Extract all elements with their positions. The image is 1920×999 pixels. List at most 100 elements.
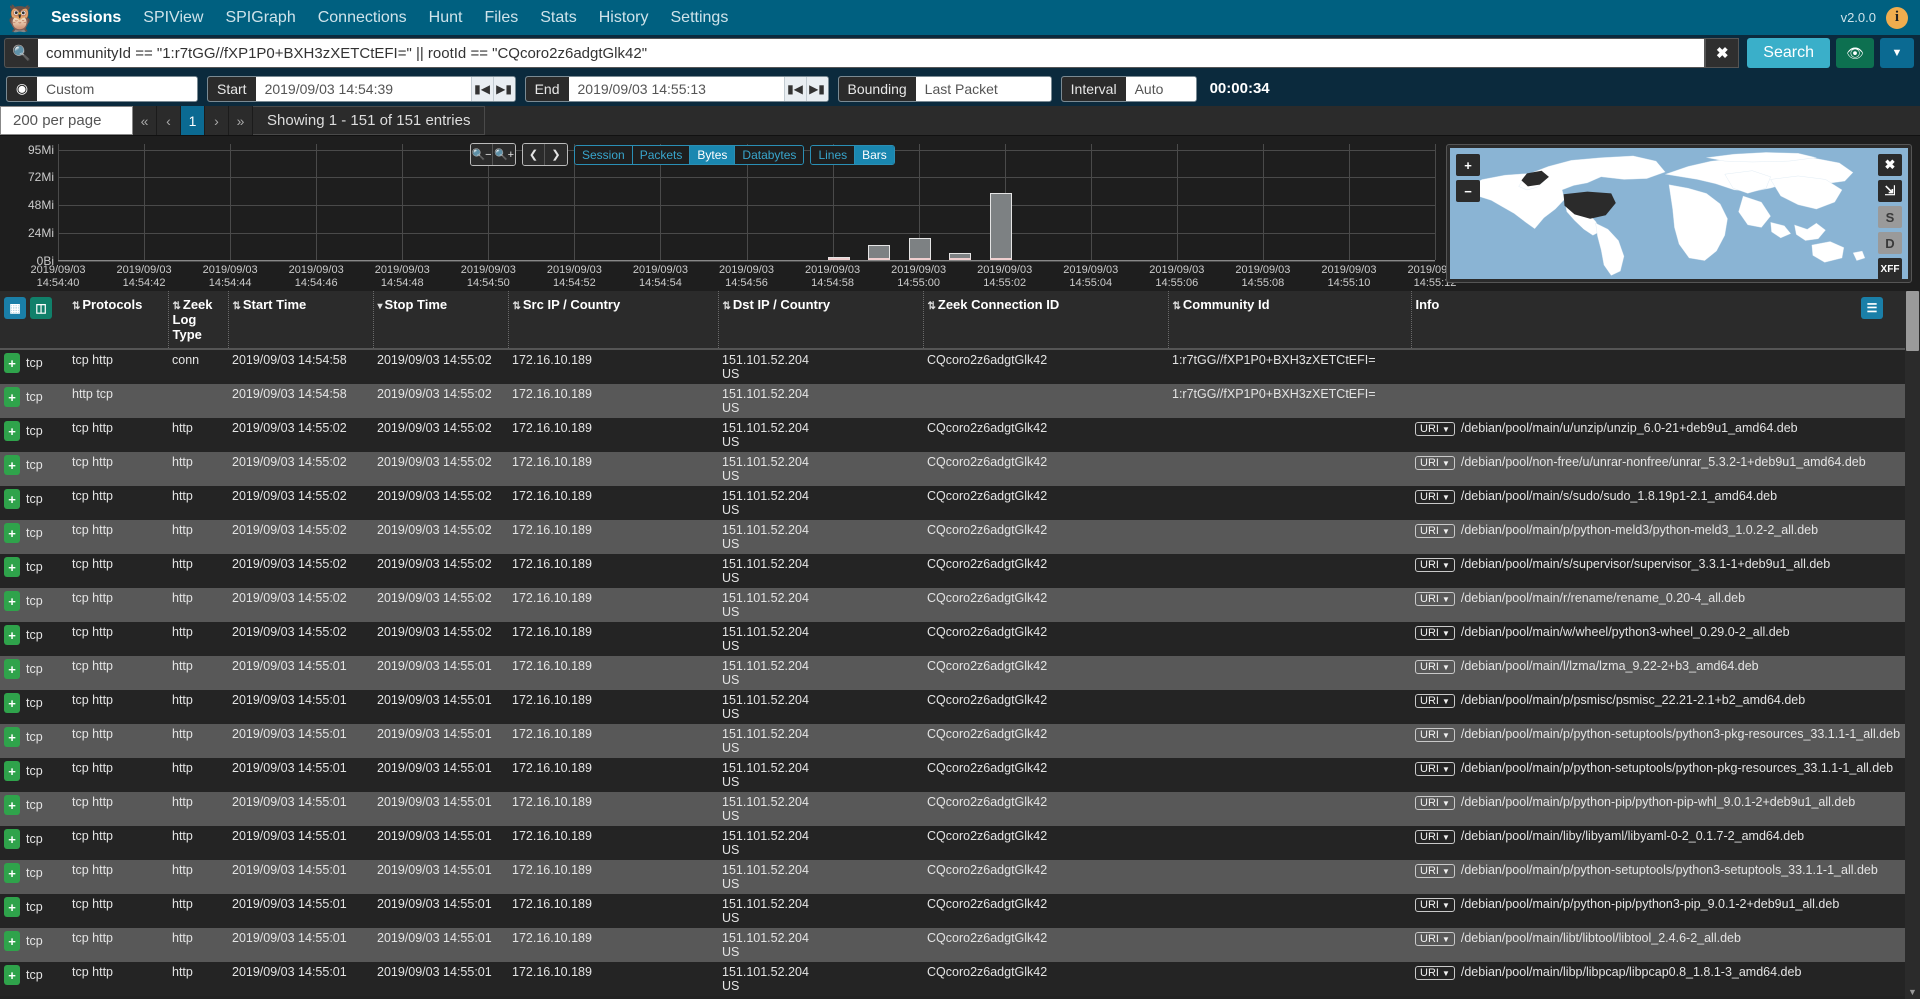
uri-tag-button[interactable]: URI▼ — [1415, 932, 1455, 946]
chart-bar[interactable] — [828, 257, 850, 260]
uri-tag-button[interactable]: URI▼ — [1415, 490, 1455, 504]
chevron-down-icon[interactable]: ▼ — [1880, 38, 1914, 68]
expand-row-button[interactable]: + — [4, 829, 20, 849]
table-row[interactable]: +tcphttp tcp2019/09/03 14:54:582019/09/0… — [0, 384, 1905, 418]
expand-row-button[interactable]: + — [4, 625, 20, 645]
col-stop-time[interactable]: ▾Stop Time — [373, 291, 508, 349]
uri-tag-button[interactable]: URI▼ — [1415, 864, 1455, 878]
expand-row-button[interactable]: + — [4, 523, 20, 543]
table-settings-icon[interactable]: ☰ — [1861, 297, 1883, 319]
uri-tag-button[interactable]: URI▼ — [1415, 626, 1455, 640]
bounding-value[interactable]: Last Packet — [916, 77, 1051, 101]
col-protocols[interactable]: ⇅Protocols — [68, 291, 168, 349]
table-row[interactable]: +tcptcp httphttp2019/09/03 14:55:022019/… — [0, 452, 1905, 486]
uri-tag-button[interactable]: URI▼ — [1415, 898, 1455, 912]
uri-tag-button[interactable]: URI▼ — [1415, 728, 1455, 742]
table-row[interactable]: +tcptcp httphttp2019/09/03 14:55:012019/… — [0, 826, 1905, 860]
expand-row-button[interactable]: + — [4, 795, 20, 815]
metric-toggle-packets[interactable]: Packets — [633, 146, 691, 164]
info-icon[interactable]: i — [1886, 7, 1908, 29]
page-last-button[interactable]: » — [229, 106, 253, 135]
map-zoom-in-button[interactable]: + — [1456, 154, 1480, 176]
clear-search-button[interactable]: ✖ — [1705, 38, 1739, 68]
map-close-button[interactable]: ✖ — [1878, 154, 1902, 176]
table-row[interactable]: +tcptcp httphttp2019/09/03 14:55:012019/… — [0, 792, 1905, 826]
table-row[interactable]: +tcptcp httphttp2019/09/03 14:55:022019/… — [0, 588, 1905, 622]
page-1-button[interactable]: 1 — [181, 106, 205, 135]
nav-link-stats[interactable]: Stats — [529, 0, 587, 35]
table-row[interactable]: +tcptcp httphttp2019/09/03 14:55:022019/… — [0, 622, 1905, 656]
table-row[interactable]: +tcptcp httphttp2019/09/03 14:55:012019/… — [0, 758, 1905, 792]
end-time-value[interactable]: 2019/09/03 14:55:13 — [569, 77, 784, 101]
zoom-out-icon[interactable]: 🔍− — [471, 144, 493, 165]
col-start-time[interactable]: ⇅Start Time — [228, 291, 373, 349]
end-step-forward-icon[interactable]: ▶▮ — [806, 77, 828, 101]
table-row[interactable]: +tcptcp httphttp2019/09/03 14:55:022019/… — [0, 486, 1905, 520]
expand-row-button[interactable]: + — [4, 863, 20, 883]
table-row[interactable]: +tcptcp httphttp2019/09/03 14:55:012019/… — [0, 656, 1905, 690]
search-input[interactable] — [38, 38, 1705, 68]
uri-tag-button[interactable]: URI▼ — [1415, 966, 1455, 980]
table-row[interactable]: +tcptcp httphttp2019/09/03 14:55:012019/… — [0, 962, 1905, 996]
style-toggle-lines[interactable]: Lines — [811, 146, 855, 164]
table-row[interactable]: +tcptcp httphttp2019/09/03 14:55:012019/… — [0, 928, 1905, 962]
nav-link-spiview[interactable]: SPIView — [132, 0, 214, 35]
uri-tag-button[interactable]: URI▼ — [1415, 524, 1455, 538]
column-view-icon[interactable]: ◫ — [30, 297, 52, 319]
uri-tag-button[interactable]: URI▼ — [1415, 660, 1455, 674]
search-button[interactable]: Search — [1747, 38, 1830, 68]
page-prev-button[interactable]: ‹ — [157, 106, 181, 135]
table-row[interactable]: +tcptcp httphttp2019/09/03 14:55:012019/… — [0, 690, 1905, 724]
uri-tag-button[interactable]: URI▼ — [1415, 762, 1455, 776]
expand-row-button[interactable]: + — [4, 693, 20, 713]
table-row[interactable]: +tcptcp httphttp2019/09/03 14:55:022019/… — [0, 520, 1905, 554]
table-row[interactable]: +tcptcp httphttp2019/09/03 14:55:022019/… — [0, 554, 1905, 588]
chart-bar[interactable] — [949, 253, 971, 260]
table-row[interactable]: +tcptcp httphttp2019/09/03 14:55:012019/… — [0, 894, 1905, 928]
zoom-in-icon[interactable]: 🔍+ — [493, 144, 515, 165]
chart-bar[interactable] — [868, 245, 890, 260]
expand-row-button[interactable]: + — [4, 897, 20, 917]
expand-row-button[interactable]: + — [4, 931, 20, 951]
nav-link-files[interactable]: Files — [473, 0, 529, 35]
chevron-left-icon[interactable]: ❮ — [523, 144, 545, 165]
expand-row-button[interactable]: + — [4, 387, 20, 407]
interval-group[interactable]: Interval Auto — [1061, 76, 1197, 102]
uri-tag-button[interactable]: URI▼ — [1415, 558, 1455, 572]
interval-value[interactable]: Auto — [1126, 77, 1196, 101]
step-backward-icon[interactable]: ▮◀ — [471, 77, 493, 101]
col-src-ip[interactable]: ⇅Src IP / Country — [508, 291, 718, 349]
metric-toggle-bytes[interactable]: Bytes — [690, 146, 735, 164]
expand-row-button[interactable]: + — [4, 659, 20, 679]
world-map-panel[interactable]: + − ✖ ⇲ S D XFF — [1446, 144, 1912, 283]
metric-toggle-databytes[interactable]: Databytes — [735, 146, 803, 164]
map-zoom-out-button[interactable]: − — [1456, 180, 1480, 202]
uri-tag-button[interactable]: URI▼ — [1415, 830, 1455, 844]
table-scrollbar-thumb[interactable] — [1906, 291, 1919, 351]
expand-row-button[interactable]: + — [4, 353, 20, 373]
nav-link-spigraph[interactable]: SPIGraph — [214, 0, 306, 35]
nav-link-settings[interactable]: Settings — [660, 0, 740, 35]
page-first-button[interactable]: « — [133, 106, 157, 135]
session-bar-graph[interactable]: 95Mi72Mi48Mi24Mi0Bi 2019/09/0314:54:4020… — [0, 136, 1443, 291]
start-time-value[interactable]: 2019/09/03 14:54:39 — [256, 77, 471, 101]
nav-link-hunt[interactable]: Hunt — [418, 0, 474, 35]
chevron-right-icon[interactable]: ❯ — [545, 144, 567, 165]
expand-row-button[interactable]: + — [4, 727, 20, 747]
expand-row-button[interactable]: + — [4, 557, 20, 577]
col-zeek-log-type[interactable]: ⇅Zeek Log Type — [168, 291, 228, 349]
col-zeek-conn-id[interactable]: ⇅Zeek Connection ID — [923, 291, 1168, 349]
uri-tag-button[interactable]: URI▼ — [1415, 422, 1455, 436]
uri-tag-button[interactable]: URI▼ — [1415, 456, 1455, 470]
end-time-group[interactable]: End 2019/09/03 14:55:13 ▮◀ ▶▮ — [525, 76, 829, 102]
per-page-select[interactable]: 200 per page — [0, 106, 133, 135]
expand-row-button[interactable]: + — [4, 489, 20, 509]
map-src-toggle[interactable]: S — [1878, 206, 1902, 228]
nav-link-connections[interactable]: Connections — [307, 0, 418, 35]
table-row[interactable]: +tcptcp httphttp2019/09/03 14:55:022019/… — [0, 418, 1905, 452]
col-community-id[interactable]: ⇅Community Id — [1168, 291, 1411, 349]
search-icon[interactable]: 🔍 — [4, 38, 38, 68]
eye-icon[interactable]: 👁 — [1836, 38, 1874, 68]
start-time-group[interactable]: Start 2019/09/03 14:54:39 ▮◀ ▶▮ — [207, 76, 516, 102]
step-forward-icon[interactable]: ▶▮ — [493, 77, 515, 101]
